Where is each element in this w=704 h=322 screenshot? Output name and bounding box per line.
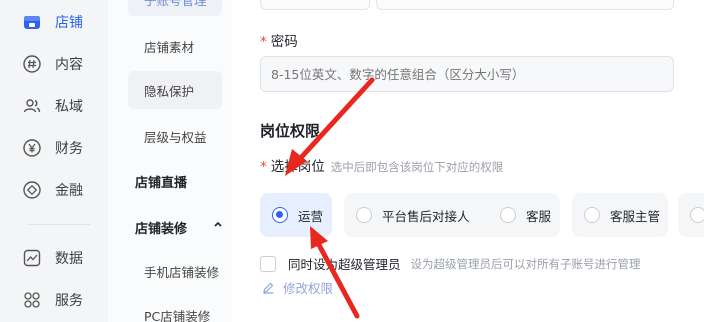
radio-icon	[690, 207, 704, 223]
super-admin-row[interactable]: 同时设为超级管理员 设为超级管理员后可以对所有子账号进行管理	[260, 254, 641, 273]
sub-item-store-assets[interactable]: 店铺素材	[144, 37, 194, 56]
chevron-up-icon	[213, 218, 223, 233]
rail-item-label: 金融	[55, 183, 83, 199]
position-label-text: 选择岗位	[270, 159, 325, 175]
grid-icon	[22, 290, 42, 310]
users-icon	[22, 96, 42, 116]
rail-item-data[interactable]: 数据	[22, 247, 83, 269]
hash-icon	[22, 54, 42, 74]
rail-divider	[28, 224, 90, 225]
rail-item-private-domain[interactable]: 私域	[22, 95, 83, 117]
position-hint: 选中后即包含该岗位下对应的权限	[330, 160, 504, 174]
super-admin-label: 同时设为超级管理员	[288, 257, 401, 272]
rail-item-label: 内容	[55, 57, 83, 73]
rail-item-service[interactable]: 服务	[22, 289, 83, 311]
edit-permissions-link[interactable]: 修改权限	[262, 278, 333, 297]
super-admin-desc: 设为超级管理员后可以对所有子账号进行管理	[410, 256, 641, 271]
app-window: 店铺 内容 私域 财务 金融 数据 服务 子账号管理 店铺素材 隐私保护 层级与…	[0, 0, 704, 322]
sub-item-mobile-decor[interactable]: 手机店铺装修	[144, 262, 219, 281]
sub-group-label: 店铺装修	[135, 222, 188, 237]
yen-icon	[22, 138, 42, 158]
position-option-cs-supervisor[interactable]: 客服主管	[572, 193, 668, 237]
position-option-aftersales[interactable]: 平台售后对接人	[344, 193, 504, 237]
position-option-label: 客服主管	[610, 208, 661, 224]
rail-item-label: 店铺	[55, 15, 83, 31]
password-input[interactable]	[260, 56, 674, 92]
finance-icon	[22, 180, 42, 200]
radio-icon	[500, 207, 516, 223]
section-title-permissions: 岗位权限	[260, 122, 321, 140]
sub-item-pc-decor[interactable]: PC店铺装修	[144, 306, 210, 322]
password-label: * 密码	[260, 30, 298, 50]
top-input-right[interactable]	[376, 0, 674, 10]
store-icon	[22, 12, 42, 32]
chart-icon	[22, 248, 42, 268]
rail-item-store[interactable]: 店铺	[22, 11, 83, 33]
primary-nav-rail: 店铺 内容 私域 财务 金融 数据 服务	[0, 0, 108, 322]
required-mark: *	[260, 34, 267, 50]
sub-item-sub-accounts[interactable]: 子账号管理	[128, 0, 222, 16]
position-label: * 选择岗位 选中后即包含该岗位下对应的权限	[260, 155, 503, 175]
radio-icon	[356, 207, 372, 223]
edit-permissions-label: 修改权限	[283, 281, 334, 296]
sub-group-decoration[interactable]: 店铺装修	[135, 218, 222, 237]
password-label-text: 密码	[270, 34, 298, 50]
rail-item-label: 财务	[55, 141, 83, 157]
position-option-label: 客服	[526, 208, 552, 224]
sub-item-label: 隐私保护	[144, 84, 195, 99]
secondary-nav: 子账号管理 店铺素材 隐私保护 层级与权益 店铺直播 店铺装修 手机店铺装修 P…	[108, 0, 232, 322]
position-option-label: 平台售后对接人	[382, 208, 470, 224]
sub-item-tiers[interactable]: 层级与权益	[144, 127, 207, 146]
main-panel: *密码 岗位权限 *选择岗位选中后即包含该岗位下对应的权限 运营 平台售后对接人…	[232, 0, 704, 322]
radio-icon	[584, 207, 600, 223]
required-mark: *	[260, 159, 267, 175]
top-input-left[interactable]	[260, 0, 370, 10]
position-option-customer-service[interactable]: 客服	[488, 193, 560, 237]
rail-item-label: 服务	[55, 293, 83, 309]
rail-item-label: 私域	[55, 99, 83, 115]
rail-item-banking[interactable]: 金融	[22, 179, 83, 201]
pencil-icon	[262, 281, 275, 294]
sub-group-live[interactable]: 店铺直播	[135, 172, 187, 191]
super-admin-checkbox[interactable]	[260, 255, 276, 272]
position-option-more[interactable]	[678, 193, 704, 237]
sub-item-privacy[interactable]: 隐私保护	[128, 71, 222, 109]
position-option-label: 运营	[298, 208, 324, 224]
radio-selected-icon	[272, 207, 288, 223]
rail-item-finance[interactable]: 财务	[22, 137, 83, 159]
rail-item-content[interactable]: 内容	[22, 53, 83, 75]
position-option-operations[interactable]: 运营	[260, 193, 332, 237]
rail-item-label: 数据	[55, 251, 83, 267]
